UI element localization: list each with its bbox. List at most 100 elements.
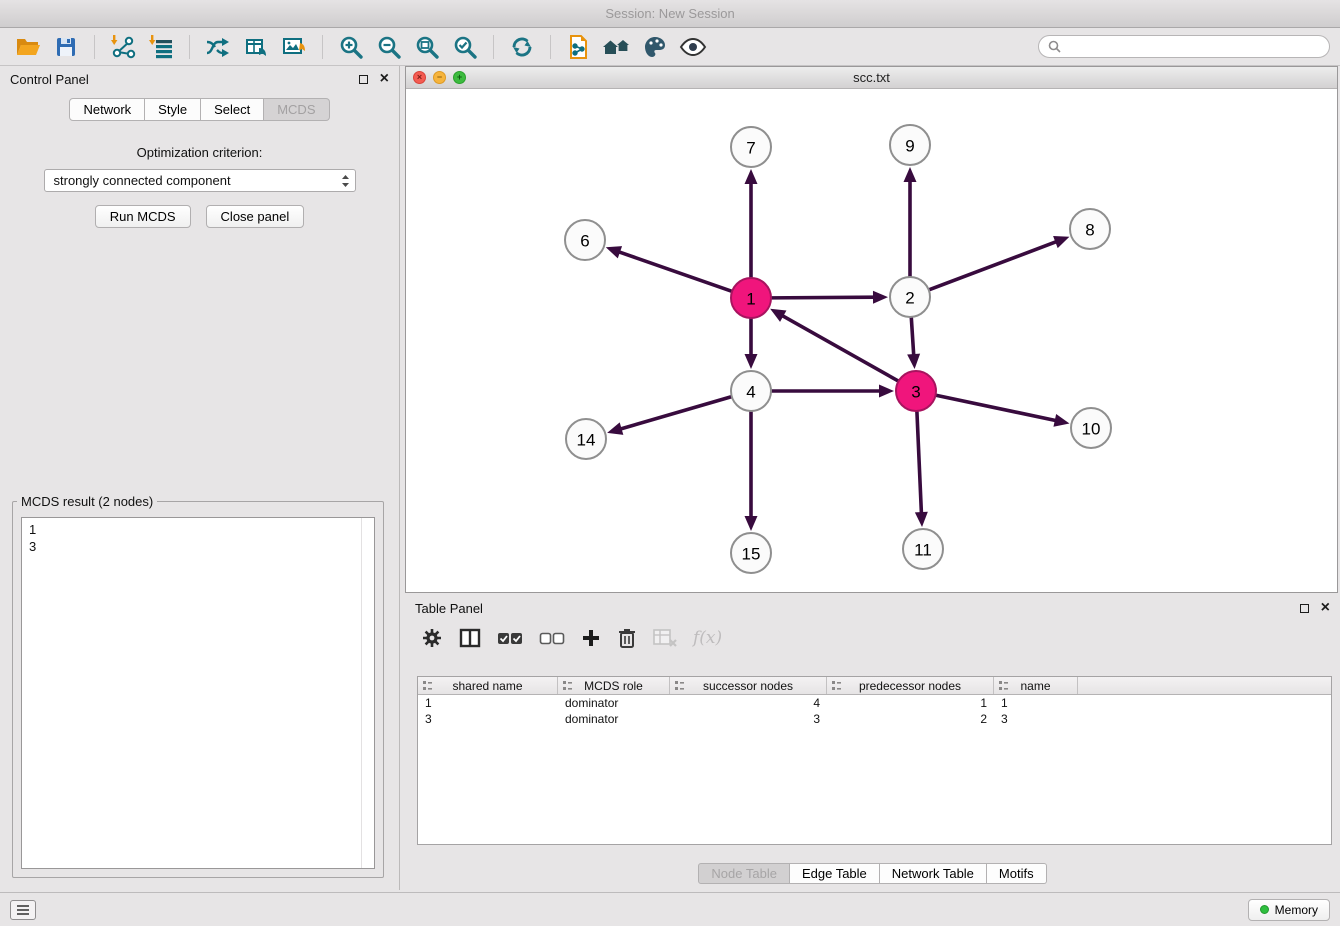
graph-node-1[interactable]: 1	[731, 278, 771, 318]
graph-edge-4-15[interactable]	[745, 412, 758, 531]
optimization-dropdown[interactable]: strongly connected component	[44, 169, 356, 192]
copy-style-button[interactable]	[561, 31, 597, 63]
delete-table-button[interactable]	[653, 625, 677, 651]
select-all-button[interactable]	[497, 625, 523, 651]
edge-arrowhead-icon	[904, 167, 917, 182]
column-header-name[interactable]: name	[994, 677, 1078, 694]
column-header-successor-nodes[interactable]: successor nodes	[670, 677, 827, 694]
minimize-window-icon[interactable]: −	[433, 71, 446, 84]
cell-predecessor-nodes: 2	[827, 711, 994, 727]
delete-table-icon	[653, 628, 677, 648]
zoom-in-button[interactable]	[333, 31, 369, 63]
close-panel-button[interactable]: Close panel	[206, 205, 305, 228]
graph-node-3[interactable]: 3	[896, 371, 936, 411]
tab-network[interactable]: Network	[69, 98, 145, 121]
task-history-button[interactable]	[10, 900, 36, 920]
tab-network-table[interactable]: Network Table	[880, 863, 987, 884]
tab-motifs[interactable]: Motifs	[987, 863, 1047, 884]
apply-style-button[interactable]	[637, 31, 673, 63]
new-network-button[interactable]	[200, 31, 236, 63]
graph-edge-2-9[interactable]	[904, 167, 917, 276]
graph-edge-4-3[interactable]	[772, 385, 894, 398]
export-image-button[interactable]	[276, 31, 312, 63]
refresh-layout-button[interactable]	[504, 31, 540, 63]
edge-arrowhead-icon	[879, 385, 894, 398]
graph-edge-2-3[interactable]	[907, 318, 920, 369]
column-label: shared name	[452, 679, 522, 693]
network-window-titlebar[interactable]: × − + scc.txt	[406, 67, 1337, 89]
graph-node-2[interactable]: 2	[890, 277, 930, 317]
mcds-result-list[interactable]: 13	[21, 517, 375, 869]
save-session-button[interactable]	[48, 31, 84, 63]
sort-icon	[674, 680, 685, 691]
deselect-all-button[interactable]	[539, 625, 565, 651]
toolbar-separator	[189, 35, 190, 59]
tab-edge-table[interactable]: Edge Table	[790, 863, 880, 884]
run-mcds-button[interactable]: Run MCDS	[95, 205, 191, 228]
edge-arrowhead-icon	[745, 169, 758, 184]
memory-button[interactable]: Memory	[1248, 899, 1330, 921]
add-entry-button[interactable]	[581, 625, 601, 651]
zoom-window-icon[interactable]: +	[453, 71, 466, 84]
cell-successor-nodes: 4	[670, 695, 827, 711]
graph-node-7[interactable]: 7	[731, 127, 771, 167]
delete-entry-button[interactable]	[617, 625, 637, 651]
mcds-result-item: 3	[29, 538, 367, 555]
tab-mcds[interactable]: MCDS	[264, 98, 329, 121]
new-network-from-table-button[interactable]	[238, 31, 274, 63]
control-panel-close-icon[interactable]: ×	[380, 71, 389, 87]
node-label: 8	[1085, 221, 1094, 240]
graph-edge-1-4[interactable]	[745, 319, 758, 369]
tab-node-table[interactable]: Node Table	[698, 863, 790, 884]
node-label: 3	[911, 383, 920, 402]
open-file-button[interactable]	[10, 31, 46, 63]
graph-node-14[interactable]: 14	[566, 419, 606, 459]
graph-node-10[interactable]: 10	[1071, 408, 1111, 448]
column-header-MCDS-role[interactable]: MCDS role	[558, 677, 670, 694]
tab-style[interactable]: Style	[145, 98, 201, 121]
search-field[interactable]	[1038, 35, 1330, 58]
search-input[interactable]	[1067, 39, 1320, 54]
graph-edge-1-6[interactable]	[606, 246, 731, 291]
tab-select[interactable]: Select	[201, 98, 264, 121]
graph-node-6[interactable]: 6	[565, 220, 605, 260]
edge-line	[930, 241, 1058, 289]
close-window-icon[interactable]: ×	[413, 71, 426, 84]
graph-node-8[interactable]: 8	[1070, 209, 1110, 249]
import-table-button[interactable]	[143, 31, 179, 63]
edge-arrowhead-icon	[607, 422, 623, 434]
control-panel-float-icon[interactable]	[359, 75, 368, 84]
zoom-selected-button[interactable]	[447, 31, 483, 63]
column-header-shared-name[interactable]: shared name	[418, 677, 558, 694]
toolbar-icon-group	[10, 31, 711, 63]
graph-edge-3-11[interactable]	[915, 412, 928, 527]
table-row[interactable]: 3dominator323	[418, 711, 1331, 727]
control-panel-title: Control Panel	[10, 72, 89, 87]
header-filler	[1078, 677, 1331, 694]
graph-edge-3-1[interactable]	[770, 309, 898, 381]
column-header-predecessor-nodes[interactable]: predecessor nodes	[827, 677, 994, 694]
graph-edge-1-2[interactable]	[772, 291, 888, 304]
table-panel-close-icon[interactable]: ×	[1321, 600, 1330, 616]
graph-node-9[interactable]: 9	[890, 125, 930, 165]
mcds-result-title: MCDS result (2 nodes)	[17, 494, 157, 509]
table-panel-tabs: Node TableEdge TableNetwork TableMotifs	[405, 863, 1340, 884]
graph-edge-4-14[interactable]	[607, 397, 731, 435]
zoom-out-button[interactable]	[371, 31, 407, 63]
function-builder-button[interactable]: f(x)	[693, 625, 722, 651]
graph-edge-1-7[interactable]	[745, 169, 758, 277]
graph-node-15[interactable]: 15	[731, 533, 771, 573]
zoom-fit-button[interactable]	[409, 31, 445, 63]
table-row[interactable]: 1dominator411	[418, 695, 1331, 711]
table-settings-button[interactable]	[421, 625, 443, 651]
show-columns-button[interactable]	[459, 625, 481, 651]
graph-node-11[interactable]: 11	[903, 529, 943, 569]
graph-edge-2-8[interactable]	[930, 236, 1070, 290]
show-graphics-details-button[interactable]	[675, 31, 711, 63]
graph-edge-3-10[interactable]	[937, 395, 1070, 426]
home-layout-button[interactable]	[599, 31, 635, 63]
network-canvas[interactable]: 7 9 6 8 1 2 4 3 14 10 15 11	[406, 89, 1337, 592]
import-network-button[interactable]	[105, 31, 141, 63]
graph-node-4[interactable]: 4	[731, 371, 771, 411]
table-panel-float-icon[interactable]	[1300, 604, 1309, 613]
